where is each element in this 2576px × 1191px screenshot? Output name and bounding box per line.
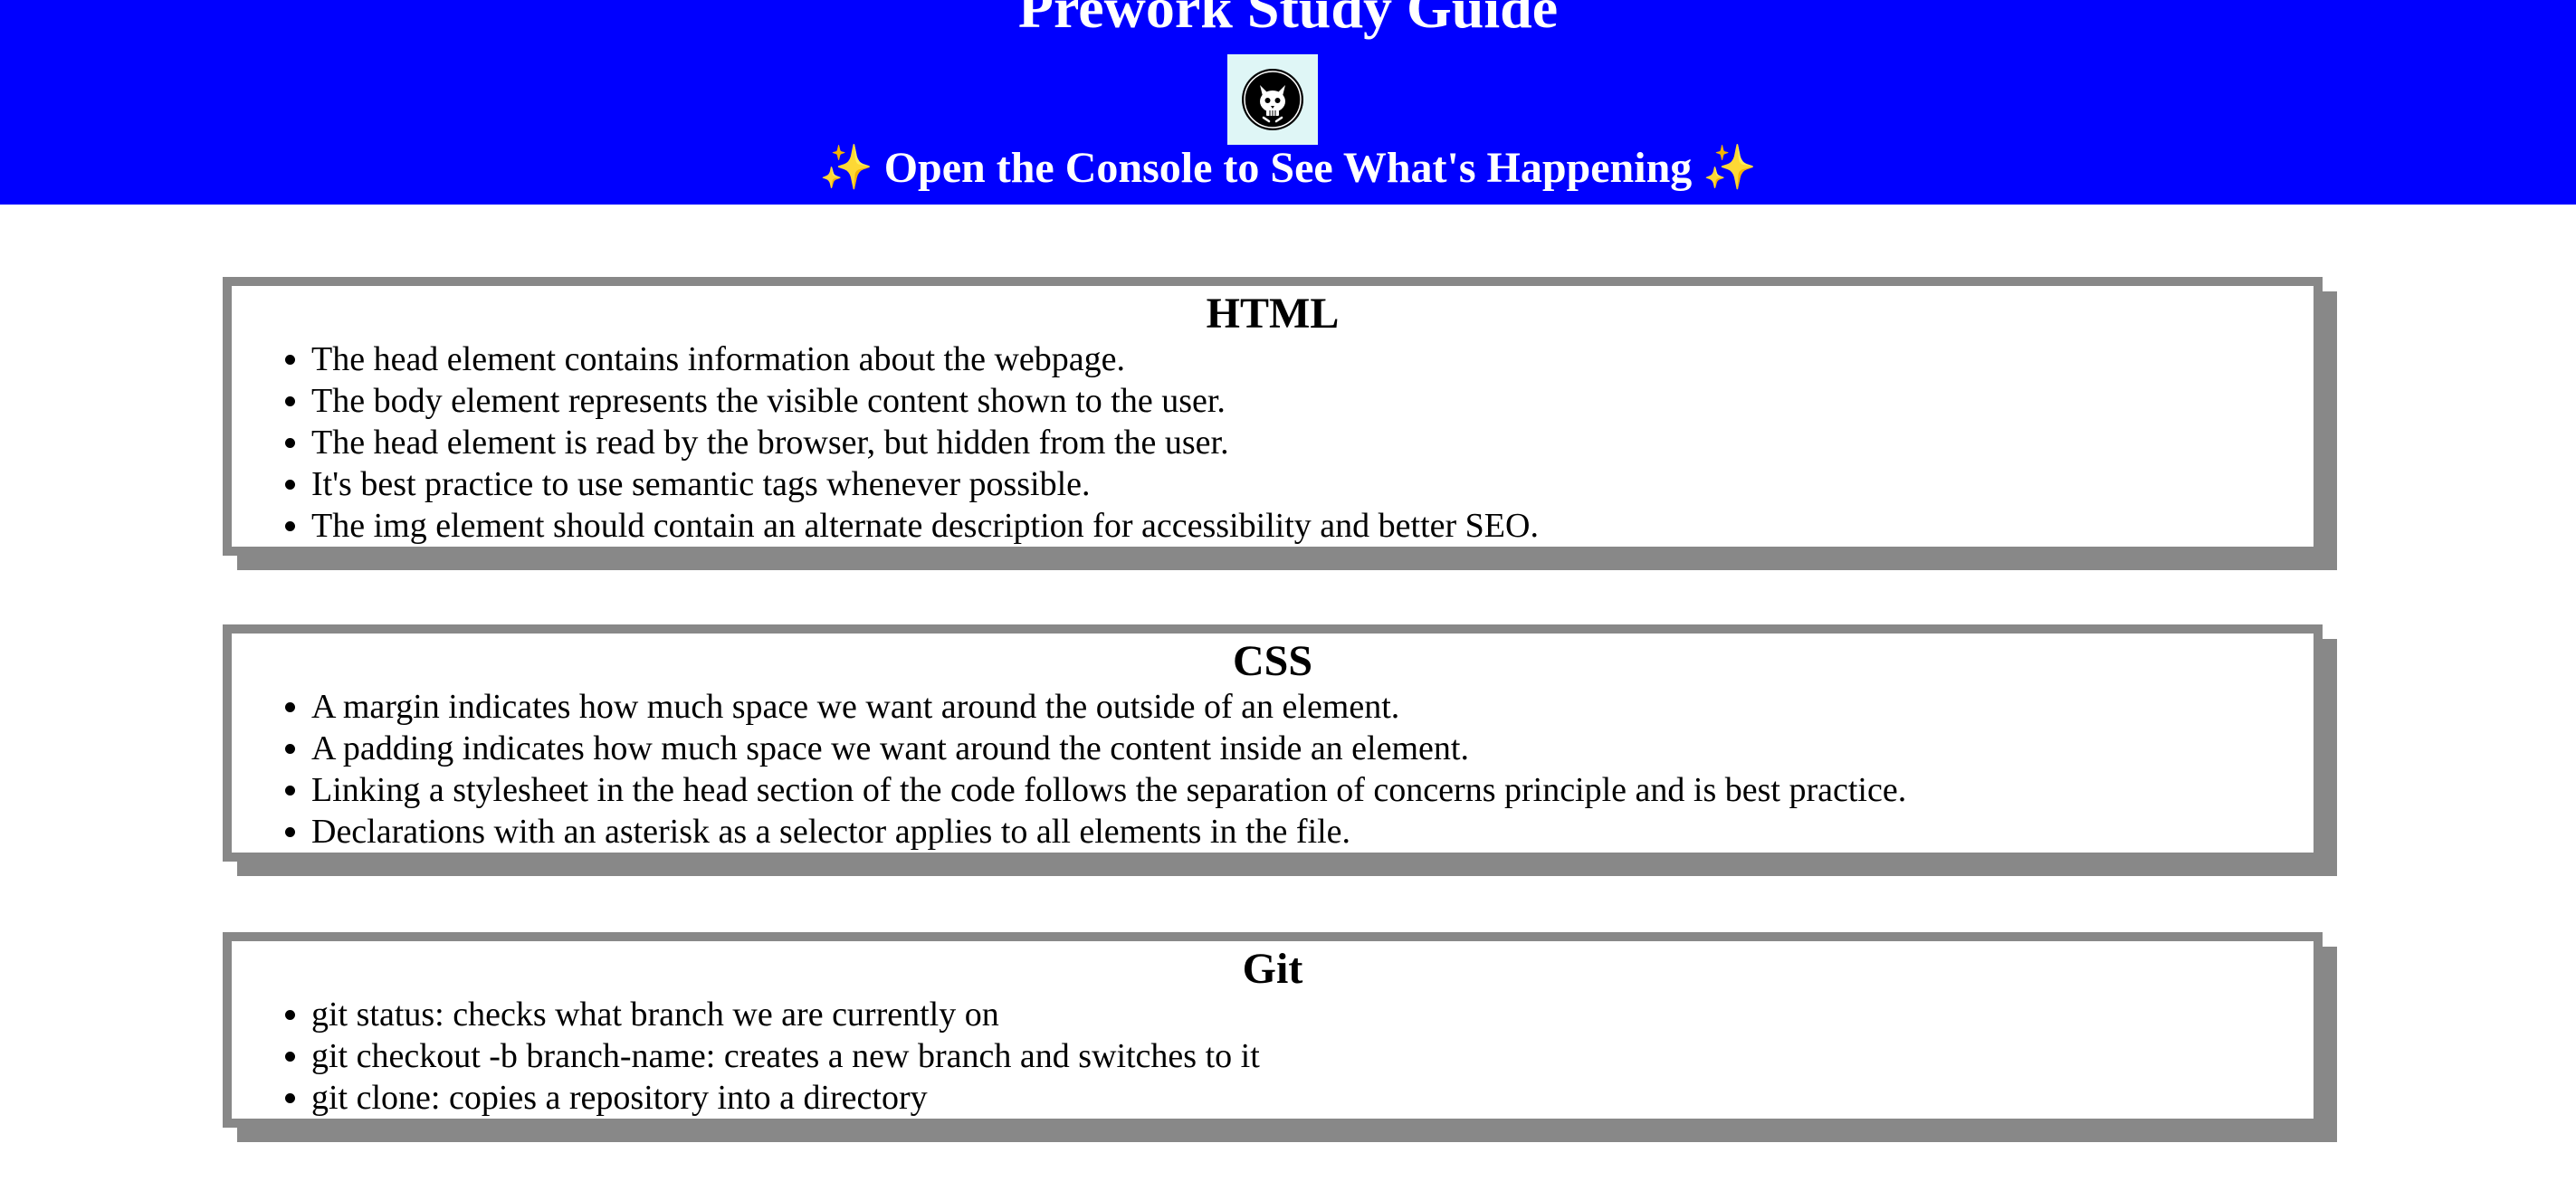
cat-skull-logo-icon xyxy=(1242,69,1303,130)
console-hint: ✨ Open the Console to See What's Happeni… xyxy=(0,144,2576,193)
section-html: HTML The head element contains informati… xyxy=(223,277,2323,556)
list-item: It's best practice to use semantic tags … xyxy=(311,463,2314,505)
list-item: A margin indicates how much space we wan… xyxy=(311,686,2314,728)
section-git: Git git status: checks what branch we ar… xyxy=(223,932,2323,1128)
section-css: CSS A margin indicates how much space we… xyxy=(223,624,2323,862)
sparkle-icon: ✨ xyxy=(818,144,873,192)
section-list: A margin indicates how much space we wan… xyxy=(232,686,2314,853)
page-title: Prework Study Guide xyxy=(1017,0,1559,40)
site-header: Prework Study Guide ✨ Open the Console t… xyxy=(0,0,2576,205)
list-item: A padding indicates how much space we wa… xyxy=(311,728,2314,769)
list-item: Declarations with an asterisk as a selec… xyxy=(311,811,2314,853)
logo xyxy=(1227,54,1318,145)
list-item: git status: checks what branch we are cu… xyxy=(311,994,2314,1035)
section-list: The head element contains information ab… xyxy=(232,338,2314,547)
list-item: The head element is read by the browser,… xyxy=(311,422,2314,463)
section-title: CSS xyxy=(1232,637,1313,685)
list-item: The body element represents the visible … xyxy=(311,380,2314,422)
section-title: HTML xyxy=(1206,290,1340,338)
section-title: Git xyxy=(1242,945,1303,993)
list-item: Linking a stylesheet in the head section… xyxy=(311,769,2314,811)
list-item: git clone: copies a repository into a di… xyxy=(311,1077,2314,1119)
section-list: git status: checks what branch we are cu… xyxy=(232,994,2314,1119)
sparkle-icon: ✨ xyxy=(1703,144,1758,192)
list-item: The head element contains information ab… xyxy=(311,338,2314,380)
console-hint-text: Open the Console to See What's Happening xyxy=(883,144,1693,192)
list-item: The img element should contain an altern… xyxy=(311,505,2314,547)
list-item: git checkout -b branch-name: creates a n… xyxy=(311,1035,2314,1077)
